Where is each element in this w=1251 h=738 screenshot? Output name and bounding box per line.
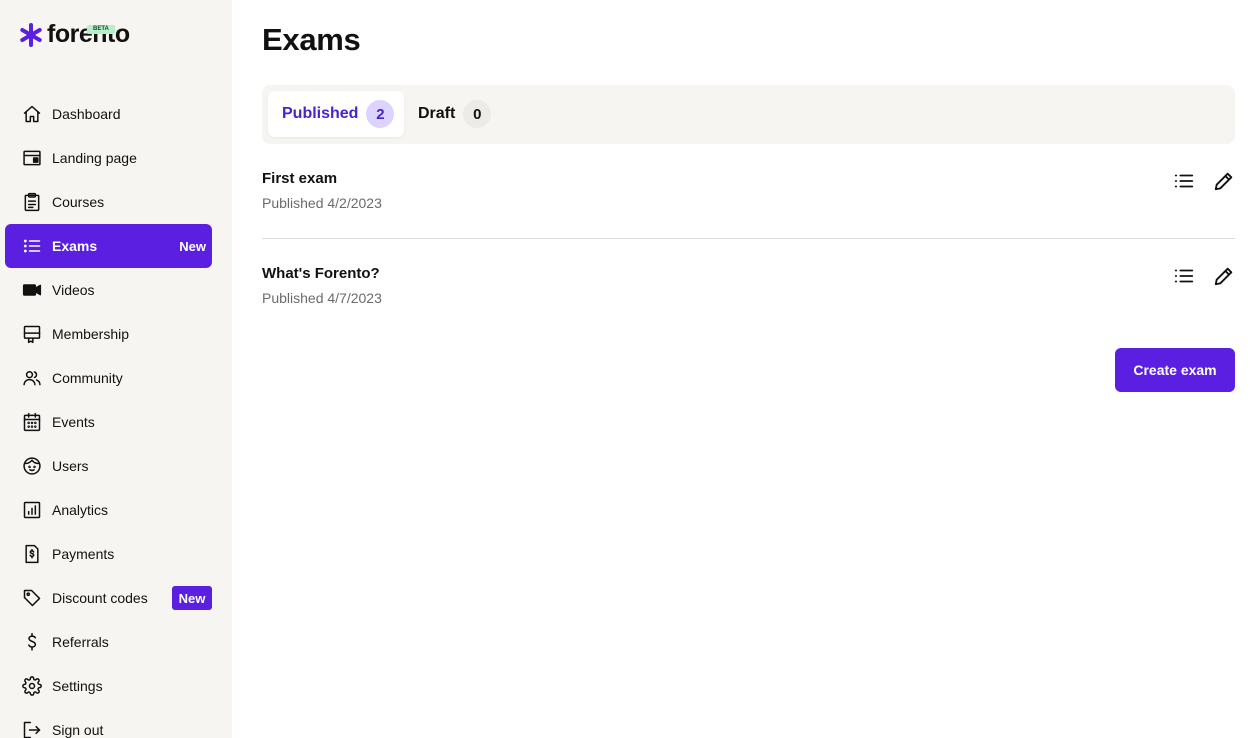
page-title: Exams [262, 22, 361, 57]
edit-pencil-icon[interactable] [1213, 265, 1235, 287]
home-icon [21, 103, 43, 125]
sidebar-item-label: Referrals [52, 634, 109, 650]
sidebar-item-label: Settings [52, 678, 103, 694]
exam-status: Published 4/2/2023 [262, 195, 382, 211]
exam-status: Published 4/7/2023 [262, 290, 382, 306]
sidebar-item-analytics[interactable]: Analytics [0, 488, 232, 532]
sidebar-item-events[interactable]: Events [0, 400, 232, 444]
tab-draft[interactable]: Draft 0 [418, 91, 492, 137]
sidebar-item-settings[interactable]: Settings [0, 664, 232, 708]
sidebar-item-label: Payments [52, 546, 115, 562]
users-group-icon [21, 367, 43, 389]
sidebar-item-sign-out[interactable]: Sign out [0, 708, 232, 738]
exam-title[interactable]: First exam [262, 170, 1235, 187]
asterisk-logo-icon [20, 23, 42, 47]
create-exam-button[interactable]: Create exam [1115, 348, 1235, 392]
list-icon [21, 235, 43, 257]
sidebar-item-label: Landing page [52, 150, 137, 166]
tab-label: Draft [418, 105, 456, 122]
tab-published[interactable]: Published 2 [268, 91, 404, 137]
sidebar-item-discount-codes[interactable]: Discount codes New [0, 576, 232, 620]
sidebar-item-membership[interactable]: Membership [0, 312, 232, 356]
beta-badge: BETA [87, 25, 115, 34]
sidebar-item-label: Discount codes [52, 590, 148, 606]
row-divider [262, 238, 1235, 239]
membership-card-icon [21, 323, 43, 345]
gear-icon [21, 675, 43, 697]
sidebar-item-payments[interactable]: Payments [0, 532, 232, 576]
questions-list-icon[interactable] [1173, 170, 1195, 192]
sidebar-item-label: Users [52, 458, 89, 474]
dollar-icon [21, 631, 43, 653]
exam-status-tabs: Published 2 Draft 0 [262, 85, 1235, 144]
sign-out-icon [21, 719, 43, 738]
exam-actions [1173, 170, 1235, 192]
tag-icon [21, 587, 43, 609]
exam-actions [1173, 265, 1235, 287]
sidebar-item-videos[interactable]: Videos [0, 268, 232, 312]
exam-row: First exam Published 4/2/2023 [262, 170, 1235, 211]
count-badge: 2 [366, 100, 395, 128]
sidebar-item-label: Dashboard [52, 106, 121, 122]
edit-pencil-icon[interactable] [1213, 170, 1235, 192]
clipboard-icon [21, 191, 43, 213]
sidebar-item-label: Community [52, 370, 123, 386]
count-badge: 0 [463, 100, 492, 128]
sidebar-item-courses[interactable]: Courses [0, 180, 232, 224]
sidebar-item-label: Videos [52, 282, 95, 298]
sidebar-item-label: Sign out [52, 722, 104, 738]
sidebar-item-label: Analytics [52, 502, 109, 518]
sidebar-item-users[interactable]: Users [0, 444, 232, 488]
sidebar-item-dashboard[interactable]: Dashboard [0, 92, 232, 136]
exam-title[interactable]: What's Forento? [262, 265, 1235, 282]
sidebar-item-referrals[interactable]: Referrals [0, 620, 232, 664]
new-badge: New [179, 238, 206, 254]
video-camera-icon [21, 279, 43, 301]
sidebar-item-community[interactable]: Community [0, 356, 232, 400]
sidebar-item-landing-page[interactable]: Landing page [0, 136, 232, 180]
invoice-dollar-icon [21, 543, 43, 565]
user-face-icon [21, 455, 43, 477]
sidebar-item-label: Membership [52, 326, 130, 342]
exam-row: What's Forento? Published 4/7/2023 [262, 265, 1235, 306]
sidebar-item-label: Events [52, 414, 95, 430]
new-badge: New [172, 586, 212, 610]
calendar-icon [21, 411, 43, 433]
sidebar-item-exams[interactable]: Exams New [5, 224, 212, 268]
sidebar-item-label: Exams [52, 238, 98, 254]
sidebar-item-label: Courses [52, 194, 105, 210]
sidebar: forento BETA Dashboard Landing page Cour… [0, 0, 232, 738]
sidebar-nav: Dashboard Landing page Courses Exams New… [0, 92, 232, 738]
questions-list-icon[interactable] [1173, 265, 1195, 287]
bar-chart-icon [21, 499, 43, 521]
tab-label: Published [282, 105, 359, 122]
layout-icon [21, 147, 43, 169]
